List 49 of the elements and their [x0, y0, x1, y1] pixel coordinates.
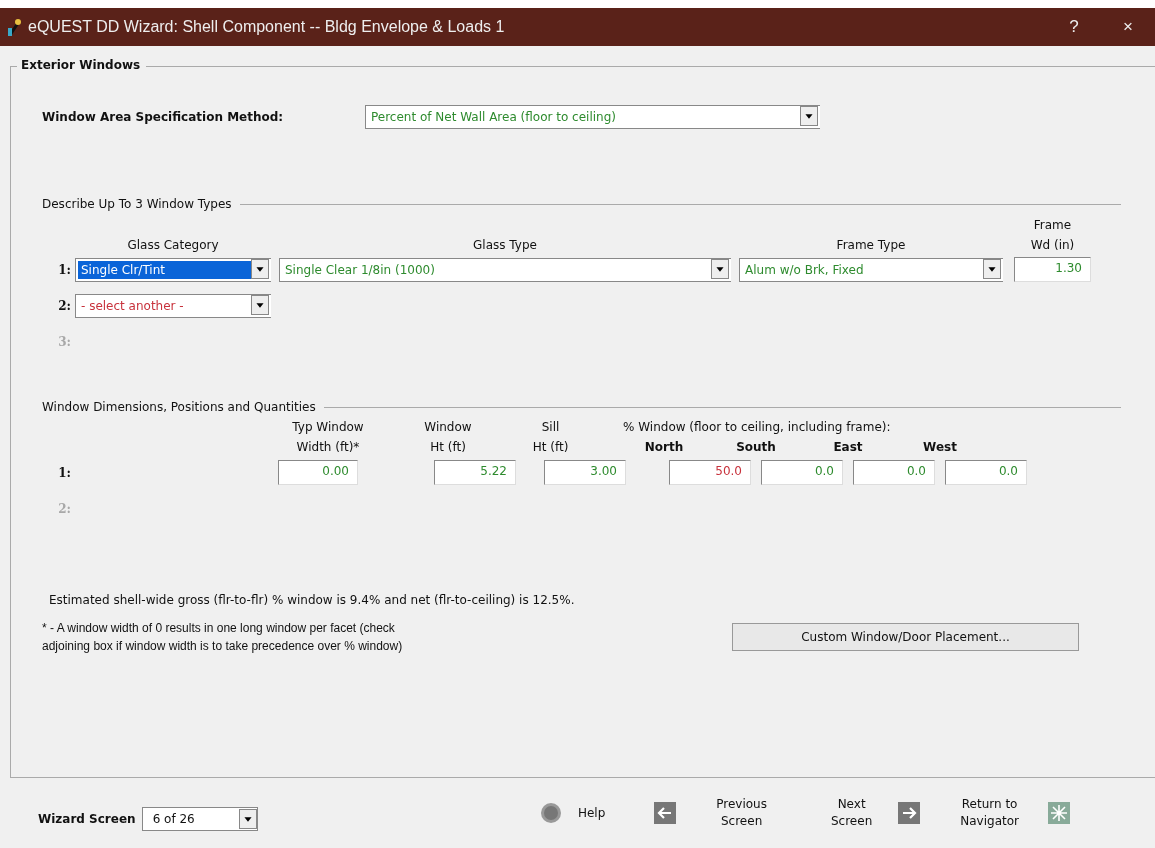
row-label: 1: [57, 465, 72, 480]
column-header: South [735, 439, 777, 456]
wizard-screen-label: Wizard Screen [38, 812, 136, 826]
column-header: Glass Type [472, 237, 538, 254]
help-link[interactable]: Help [571, 804, 612, 822]
value-field[interactable]: 0.00 [278, 460, 358, 485]
column-header: Glass Category [126, 237, 220, 254]
method-dropdown[interactable]: Percent of Net Wall Area (floor to ceiling) [365, 105, 820, 129]
column-header: Sill Ht (ft) [531, 419, 570, 456]
value-field[interactable]: 3.00 [544, 460, 626, 485]
value-field[interactable]: 0.0 [761, 460, 843, 485]
value-field[interactable]: 0.0 [853, 460, 935, 485]
estimate-text: Estimated shell-wide gross (flr-to-flr) % window is 9.4% and net (flr-to-ceiling) is 12.5%. [49, 593, 575, 607]
row-label: 1: [57, 262, 72, 277]
section-title: Window Dimensions, Positions and Quantities [42, 400, 316, 414]
window-title: eQUEST DD Wizard: Shell Component -- Bldg Envelope & Loads 1 [28, 18, 506, 36]
value-field[interactable]: 5.22 [434, 460, 516, 485]
column-header: West [922, 439, 958, 456]
return-to-navigator-button[interactable]: Return to Navigator [945, 796, 1034, 830]
navigator-icon[interactable] [1047, 802, 1070, 824]
glass-category-dropdown[interactable]: - select another - [75, 293, 271, 318]
glass-category-dropdown[interactable]: Single Clr/Tint [75, 257, 271, 282]
help-button[interactable]: ? [1047, 8, 1101, 46]
close-button[interactable]: × [1101, 8, 1155, 46]
help-icon[interactable] [539, 802, 562, 824]
column-header: Frame Type [835, 237, 907, 254]
frame-type-dropdown[interactable]: Alum w/o Brk, Fixed [739, 257, 1003, 282]
column-header: Typ Window Width (ft)* [291, 419, 365, 456]
footnote-text: * - A window width of 0 results in one long window per facet (check adjoining box if window width is to take precedence over % window) [42, 620, 404, 655]
column-header: North [643, 439, 685, 456]
section-title: Describe Up To 3 Window Types [42, 197, 232, 211]
previous-screen-button[interactable]: Previous Screen [703, 796, 780, 830]
next-screen-button[interactable]: Next Screen [821, 796, 882, 830]
column-header: Frame Wd (in) [1029, 217, 1076, 254]
wand-icon [8, 18, 22, 36]
field-label: Window Area Specification Method: [42, 110, 285, 124]
glass-type-dropdown[interactable]: Single Clear 1/8in (1000) [279, 257, 731, 282]
row-label: 3: [57, 334, 72, 349]
group-title: Exterior Windows [17, 58, 147, 72]
column-header: Window Ht (ft) [423, 419, 473, 456]
row-label: 2: [57, 501, 72, 516]
value-field[interactable]: 0.0 [945, 460, 1027, 485]
frame-width-field[interactable]: 1.30 [1014, 257, 1091, 282]
column-header: East [832, 439, 864, 456]
wizard-screen-dropdown[interactable]: 6 of 26 [141, 807, 258, 831]
value-field[interactable]: 50.0 [669, 460, 751, 485]
row-label: 2: [57, 298, 72, 313]
column-header: % Window (floor to ceiling, including frame): [623, 419, 892, 436]
custom-placement-button[interactable]: Custom Window/Door Placement... [732, 623, 1079, 651]
